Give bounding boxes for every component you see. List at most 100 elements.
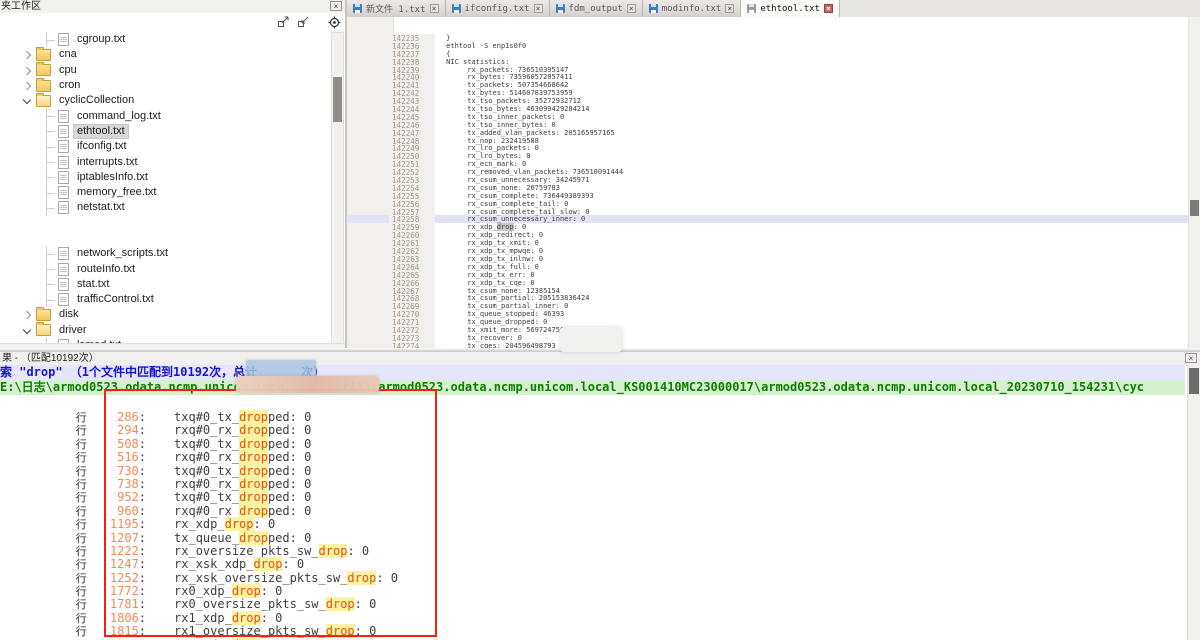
editor-line[interactable]: 142235} — [347, 26, 1188, 34]
editor-line[interactable]: 142236ethtool -S enp1s0f0 — [347, 34, 1188, 42]
line-text: rx_xdp_ — [446, 223, 497, 231]
expand-all-icon[interactable] — [277, 15, 290, 28]
saved-file-icon — [353, 4, 362, 13]
tree-item[interactable]: routeInfo.txt — [0, 261, 330, 276]
editor-text-area[interactable]: 142235} 142236ethtool -S enp1s0f0 142237… — [347, 17, 1188, 349]
tree-item-icon — [58, 140, 69, 153]
tree-item-icon — [58, 263, 69, 276]
tree-item[interactable]: trafficControl.txt — [0, 292, 330, 307]
collapse-all-icon[interactable] — [297, 15, 310, 28]
tree-expander-icon[interactable] — [23, 325, 31, 333]
line-text: rx_xdp_tx_xmit: 0 — [446, 239, 539, 247]
editor-line[interactable]: 142238NIC statistics: — [347, 50, 1188, 58]
tab[interactable]: ethtool.txt × — [741, 0, 840, 17]
tree-item[interactable]: cyclicCollection — [0, 93, 330, 108]
result-file-path-line[interactable]: E:\日志\armod0523.odata.ncmp.unicom.loca r(… — [0, 380, 1185, 395]
tab-close-icon[interactable]: × — [627, 4, 636, 13]
tab-close-icon[interactable]: × — [430, 4, 439, 13]
tree-item[interactable]: ethtool.txt — [0, 124, 330, 139]
tree-item[interactable]: command_log.txt — [0, 108, 330, 123]
line-text: rx_removed_vlan_packets: 736510091444 — [446, 168, 623, 176]
tree-item[interactable] — [0, 216, 330, 231]
line-text: rx_xdp_tx_cqe: 0 — [446, 279, 535, 287]
tree-item[interactable]: cgroup.txt — [0, 32, 330, 47]
tree-item-label: netstat.txt — [74, 201, 128, 214]
tree-item[interactable]: interrupts.txt — [0, 154, 330, 169]
line-text: rx_csum_complete: 736449389393 — [446, 192, 594, 200]
line-text: rx_csum_complete_tail: 0 — [446, 200, 568, 208]
line-text: tx_bytes: 514607839753959 — [446, 89, 572, 97]
results-title-text: 果 - （匹配10192次） — [2, 353, 99, 364]
file-path-text: r(1)\armod0523.odata.ncmp.unicom.local_K… — [342, 380, 1144, 394]
line-text: rx_packets: 736510395147 — [446, 66, 568, 74]
tree-item[interactable]: disk — [0, 307, 330, 322]
search-results-panel: 果 - （匹配10192次） × 索 "drop" （1个文件中匹配到10192… — [0, 352, 1200, 640]
tab-label: modinfo.txt — [662, 4, 722, 14]
tree-item-icon — [58, 201, 69, 214]
editor-scrollbar-thumb[interactable] — [1190, 200, 1199, 216]
tree-item[interactable]: driver — [0, 323, 330, 338]
tree-item[interactable]: cpu — [0, 63, 330, 78]
tree-item[interactable]: cron — [0, 78, 330, 93]
tree-item[interactable]: network_scripts.txt — [0, 246, 330, 261]
tree-expander-icon[interactable] — [23, 82, 31, 90]
workspace-close-icon[interactable]: × — [330, 1, 342, 11]
tree-item[interactable] — [0, 231, 330, 246]
tree-expander-icon[interactable] — [23, 96, 31, 104]
search-summary-suffix: 次） — [301, 365, 325, 379]
editor-vertical-scrollbar[interactable] — [1188, 17, 1200, 349]
editor-lines: 142235} 142236ethtool -S enp1s0f0 142237… — [347, 26, 1188, 349]
line-text: rx_bytes: 735960572057411 — [446, 73, 572, 81]
line-text: rx_lro_packets: 0 — [446, 144, 539, 152]
line-text: rx_xdp_tx_inlnw: 0 — [446, 255, 543, 263]
line-text: rx_csum_complete_tail_slow: 0 — [446, 208, 589, 216]
tab-label: fdm_output — [569, 4, 623, 14]
workspace-toolbar — [0, 13, 345, 31]
tree-item[interactable]: cna — [0, 47, 330, 62]
line-text: tx_recover: 0 — [446, 334, 522, 342]
tree-item-label: iptablesInfo.txt — [74, 171, 151, 184]
line-text: tx_nop: 232419588 — [446, 137, 539, 145]
tab[interactable]: modinfo.txt × — [643, 0, 742, 17]
tree-item[interactable]: netstat.txt — [0, 200, 330, 215]
tree-item-icon — [58, 171, 69, 184]
results-panel-title: 果 - （匹配10192次） × — [0, 352, 1200, 366]
tree-expander-icon[interactable] — [23, 66, 31, 74]
line-text: tx_xmit_more: 569724756 — [446, 326, 564, 334]
tab[interactable]: 新文件 1.txt × — [347, 0, 446, 17]
tab-close-icon[interactable]: × — [824, 4, 833, 13]
file-path-text: E:\日志\armod0523.odata.ncmp.unicom.loca — [0, 380, 284, 394]
tree-vertical-scrollbar[interactable] — [331, 32, 344, 344]
tab-close-icon[interactable]: × — [534, 4, 543, 13]
tree-item-icon — [36, 49, 51, 61]
tab-label: ethtool.txt — [760, 4, 820, 14]
tree-item-label: cna — [56, 48, 80, 61]
tree-item-label: ifconfig.txt — [74, 140, 130, 153]
result-row[interactable]: 行286:txq#0_tx_dropped: 0 — [0, 395, 1188, 408]
match-highlight: drop — [326, 624, 355, 638]
line-text: : 0 — [514, 223, 527, 231]
results-scrollbar-thumb[interactable] — [1189, 368, 1199, 394]
results-close-icon[interactable]: × — [1185, 353, 1197, 363]
tree-item-icon — [36, 324, 51, 336]
tree-item-icon — [58, 33, 69, 46]
tree-scrollbar-thumb[interactable] — [333, 77, 342, 122]
tree-expander-icon[interactable] — [23, 51, 31, 59]
tab[interactable]: fdm_output × — [550, 0, 643, 17]
tree-item[interactable]: ifconfig.txt — [0, 139, 330, 154]
tree-item[interactable]: stat.txt — [0, 277, 330, 292]
tab[interactable]: ifconfig.txt × — [446, 0, 550, 17]
tree-item-label: command_log.txt — [74, 110, 164, 123]
results-vertical-scrollbar[interactable] — [1187, 365, 1200, 640]
tree-expander-icon[interactable] — [23, 311, 31, 319]
tree-item[interactable]: memory_free.txt — [0, 185, 330, 200]
tree-item-icon — [58, 186, 69, 199]
tree-item[interactable]: iptablesInfo.txt — [0, 170, 330, 185]
match-highlight: drop — [326, 597, 355, 611]
tab-close-icon[interactable]: × — [725, 4, 734, 13]
line-text: tx_queue_stopped: 46393 — [446, 310, 564, 318]
line-text: tx_queue_dropped: 0 — [446, 318, 547, 326]
locate-current-file-icon[interactable] — [328, 16, 341, 29]
line-text: tx_csum_partial: 205153836424 — [446, 294, 589, 302]
tree-item-icon — [36, 309, 51, 321]
